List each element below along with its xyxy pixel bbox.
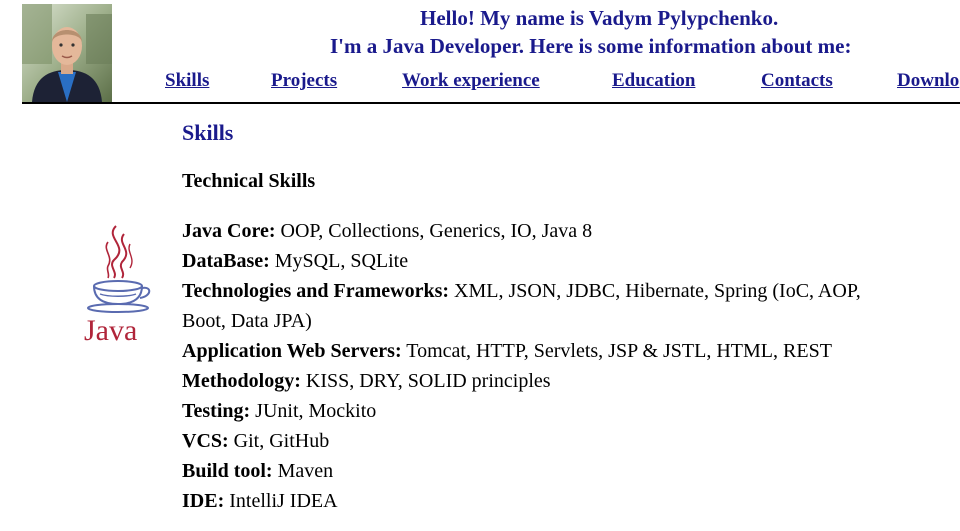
skill-label: VCS: [182,430,229,452]
nav-link-download[interactable]: Downlo [897,70,959,92]
skills-list: Java Core: OOP, Collections, Generics, I… [182,216,960,516]
greeting-line-1: Hello! My name is Vadym Pylypchenko. [420,6,779,30]
skill-value: XML, JSON, JDBC, Hibernate, Spring (IoC,… [449,280,861,302]
skill-item: VCS: Git, GitHub [182,426,960,456]
skill-value: JUnit, Mockito [250,400,377,422]
header-divider [22,102,960,104]
skill-item: Build tool: Maven [182,456,960,486]
skill-item: DataBase: MySQL, SQLite [182,246,960,276]
skill-value: Git, GitHub [228,430,330,452]
skill-label: Application Web Servers: [182,340,402,362]
skill-label: Testing: [182,400,251,422]
skill-label: IDE: [182,490,225,512]
skill-value: MySQL, SQLite [269,250,409,272]
skill-value: Boot, Data JPA) [182,310,312,332]
greeting-line-2: I'm a Java Developer. Here is some infor… [330,34,852,58]
skill-item: IDE: IntelliJ IDEA [182,486,960,516]
skill-value: Tomcat, HTTP, Servlets, JSP & JSTL, HTML… [401,340,832,362]
skill-item: Java Core: OOP, Collections, Generics, I… [182,216,960,246]
nav-link-education[interactable]: Education [612,70,695,92]
java-logo: Java [78,220,158,348]
java-cup-icon: Java [84,225,151,347]
skill-label: DataBase: [182,250,270,272]
skill-label: Methodology: [182,370,301,392]
skill-item: Methodology: KISS, DRY, SOLID principles [182,366,960,396]
java-logo-text: Java [84,314,137,347]
skill-label: Java Core: [182,220,276,242]
skill-value: KISS, DRY, SOLID principles [300,370,551,392]
main-nav: Skills Projects Work experience Educatio… [0,70,960,96]
skill-value: Maven [272,460,334,482]
skill-label: Technologies and Frameworks: [182,280,450,302]
skill-value: IntelliJ IDEA [224,490,338,512]
nav-link-contacts[interactable]: Contacts [761,70,833,92]
skill-item: Application Web Servers: Tomcat, HTTP, S… [182,336,960,366]
page: Hello! My name is Vadym Pylypchenko. I'm… [0,0,960,531]
nav-link-skills[interactable]: Skills [165,70,209,92]
skill-item: Testing: JUnit, Mockito [182,396,960,426]
skill-item: Boot, Data JPA) [182,306,960,336]
section-subtitle: Technical Skills [182,170,316,192]
skill-item: Technologies and Frameworks: XML, JSON, … [182,276,960,306]
skill-value: OOP, Collections, Generics, IO, Java 8 [275,220,593,242]
section-title: Skills [182,120,234,145]
skill-label: Build tool: [182,460,273,482]
nav-link-work-experience[interactable]: Work experience [402,70,540,92]
nav-link-projects[interactable]: Projects [271,70,337,92]
